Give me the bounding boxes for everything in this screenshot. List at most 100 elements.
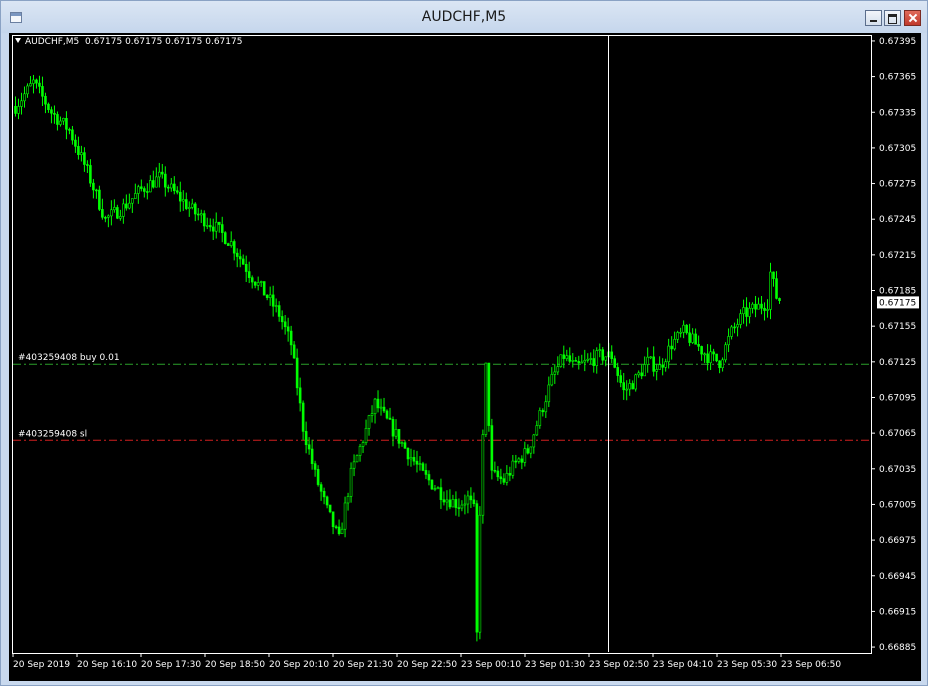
candle-body [391, 419, 395, 437]
candle-body [199, 213, 203, 216]
candle-body [250, 277, 254, 283]
candle-body [316, 469, 320, 485]
y-tick-label: 0.67335 [879, 108, 916, 118]
candle-body [553, 371, 557, 375]
candle-body [706, 353, 709, 364]
y-tick-label: 0.67065 [879, 429, 916, 439]
candle-body [511, 460, 515, 476]
x-tick-label: 20 Sep 21:30 [333, 660, 393, 670]
candle-body [472, 499, 476, 504]
candle-body [397, 429, 401, 444]
candle-body [181, 199, 185, 202]
candle-body [119, 216, 122, 219]
candle-body [334, 526, 338, 529]
candle-body [166, 186, 170, 189]
x-tick-label: 20 Sep 17:30 [141, 660, 201, 670]
y-tick-label: 0.67245 [879, 215, 916, 225]
candle-body [140, 186, 143, 189]
chevron-down-icon[interactable] [15, 38, 21, 43]
candle-body [161, 171, 164, 175]
candle-body [23, 93, 26, 102]
candle-body [640, 372, 643, 377]
candle-body [280, 316, 284, 323]
candle-body [116, 207, 119, 219]
candle-body [499, 476, 503, 479]
y-tick-label: 0.67215 [879, 251, 916, 261]
candle-body [53, 112, 56, 115]
candle-body [403, 442, 407, 449]
candle-body [59, 120, 62, 125]
candle-body [355, 455, 359, 463]
candle-body [295, 357, 299, 389]
candle-body [583, 360, 587, 363]
candle-body [265, 294, 269, 298]
candle-body [301, 402, 305, 432]
candle-body [331, 511, 335, 528]
candle-body [748, 307, 751, 317]
candle-body [325, 496, 329, 506]
close-button[interactable] [904, 10, 921, 26]
current-price-label: 0.67175 [879, 298, 916, 308]
minimize-button[interactable] [865, 10, 882, 26]
candle-body [253, 281, 257, 286]
candle-body [475, 503, 479, 633]
candle-body [358, 446, 362, 456]
candle-body [478, 514, 482, 633]
candle-body [394, 429, 398, 437]
chart-symbol: AUDCHF,M5 [25, 37, 80, 47]
candle-body [152, 180, 155, 188]
candle-body [418, 463, 422, 465]
candle-body [565, 355, 569, 359]
candle-body [379, 406, 383, 409]
candle-body [349, 467, 353, 497]
candle-body [718, 360, 721, 368]
candle-body [442, 499, 446, 503]
candle-body [226, 243, 230, 246]
candle-body [496, 470, 500, 478]
candle-body [241, 258, 245, 265]
candle-body [691, 333, 694, 343]
y-tick-label: 0.67185 [879, 287, 916, 297]
x-tick-label: 23 Sep 04:10 [653, 660, 713, 670]
y-tick-label: 0.67095 [879, 393, 916, 403]
candle-body [484, 362, 488, 435]
candle-body [178, 191, 182, 202]
candle-body [110, 209, 113, 217]
candle-body [217, 221, 221, 225]
title-bar[interactable]: AUDCHF,M5 [1, 1, 927, 33]
candle-body [430, 479, 434, 490]
candle-body [35, 79, 38, 84]
candle-body [268, 294, 272, 298]
price-chart[interactable]: 0.67395 0.67365 0.67335 0.67305 0.67275 0.672… [9, 33, 921, 681]
candle-body [649, 356, 652, 359]
candle-body [101, 209, 104, 218]
candle-body [532, 434, 536, 448]
candle-body [763, 307, 766, 311]
candle-body [457, 507, 461, 509]
candle-body [754, 303, 757, 310]
x-tick-label: 20 Sep 2019 [13, 660, 70, 670]
candle-body [436, 487, 440, 489]
candle-body [574, 360, 578, 362]
candle-body [709, 351, 712, 364]
candlestick-chart[interactable]: 0.67395 0.67365 0.67335 0.67305 0.67275 0.672… [9, 33, 921, 681]
candle-body [589, 358, 593, 360]
candle-body [538, 410, 542, 426]
y-tick-label: 0.67035 [879, 465, 916, 475]
candle-body [385, 410, 389, 419]
candle-body [562, 354, 566, 359]
x-tick-label: 23 Sep 05:30 [717, 660, 777, 670]
candle-body [14, 106, 17, 114]
candle-body [529, 446, 533, 454]
candle-body [421, 463, 425, 471]
y-tick-label: 0.67395 [879, 37, 916, 47]
candle-body [131, 198, 134, 204]
y-tick-label: 0.66915 [879, 607, 916, 617]
candle-body [235, 252, 239, 257]
y-tick-label: 0.67365 [879, 73, 916, 83]
candle-body [733, 326, 736, 329]
candle-body [187, 207, 191, 209]
candle-body [29, 83, 32, 87]
maximize-button[interactable] [884, 10, 901, 26]
candle-body [625, 388, 629, 391]
